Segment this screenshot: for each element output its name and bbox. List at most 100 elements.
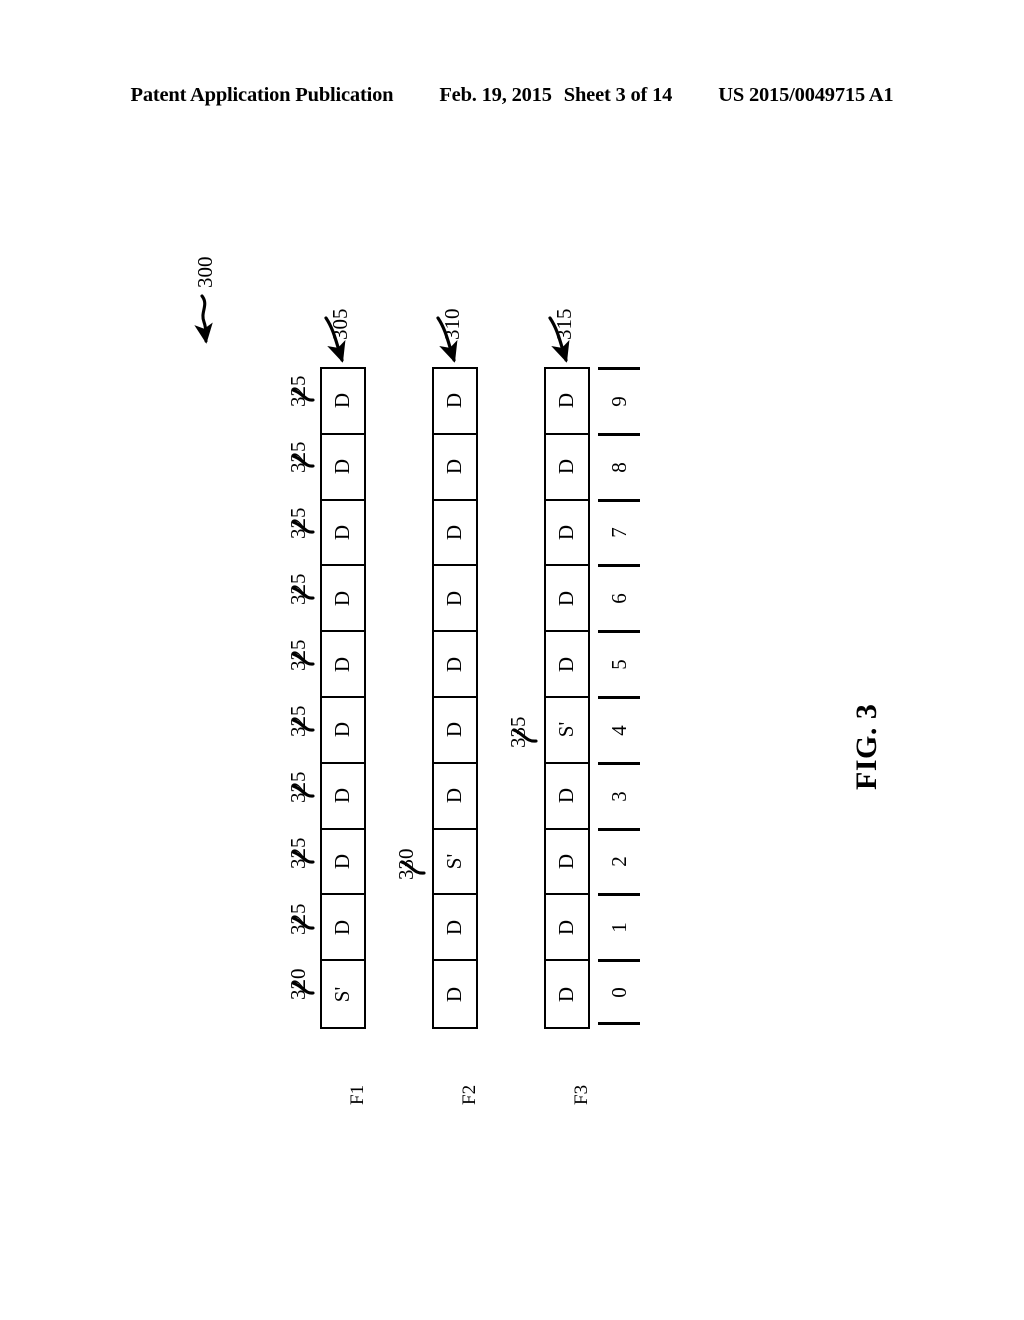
axis-tick: 2 — [598, 827, 640, 894]
row-label-f2: F2 — [459, 1084, 480, 1105]
frame-cell-label: S' — [442, 853, 467, 870]
frame-cell: D — [434, 435, 476, 501]
frame-cell-label: D — [442, 524, 467, 541]
page-header: Patent Application Publication Feb. 19, … — [0, 84, 1024, 107]
frame-cell: D — [434, 501, 476, 567]
frame-cell: D — [546, 632, 588, 698]
axis-tick: 9 — [598, 367, 640, 433]
frame-cell: D — [322, 501, 364, 567]
cell-reference-325: 325 — [286, 639, 310, 672]
frame-cell-label: D — [442, 986, 467, 1002]
axis-tick-label: 9 — [606, 396, 631, 407]
frame-row-f1: D D D D D D D D D S' — [320, 367, 366, 1029]
frame-cell: D — [546, 895, 588, 962]
cell-reference-325: 325 — [286, 573, 310, 606]
frame-cell-label: D — [554, 919, 579, 935]
frame-cell-label: D — [330, 459, 355, 475]
sheet-number: Sheet 3 of 14 — [563, 84, 673, 106]
axis-tick-label: 6 — [606, 593, 631, 605]
frame-cell-label: D — [330, 853, 355, 870]
axis-tick: 7 — [598, 498, 640, 565]
axis-tick: 8 — [598, 432, 640, 499]
frame-cell: S' — [322, 961, 364, 1027]
frame-cell: D — [546, 369, 588, 435]
axis-tick: 1 — [598, 893, 640, 959]
frame-cell: D — [434, 566, 476, 633]
row-reference-315: 315 — [552, 308, 576, 341]
frame-cell-label: S' — [554, 722, 579, 738]
publication-title: Patent Application Publication — [130, 84, 394, 106]
leader-300 — [194, 294, 213, 344]
patent-number: US 2015/0049715 A1 — [718, 84, 894, 106]
time-slot-axis: 9 8 7 6 5 4 3 2 1 0 — [598, 367, 640, 1025]
frame-cell: D — [434, 369, 476, 435]
frame-cell: D — [434, 961, 476, 1027]
frame-cell-label: D — [554, 590, 579, 606]
frame-cell: D — [546, 501, 588, 567]
axis-tick-label: 2 — [606, 856, 631, 868]
frame-cell-label: D — [330, 393, 355, 409]
frame-cell-label: D — [330, 788, 355, 804]
row-label-f3: F3 — [571, 1084, 592, 1105]
axis-tick-label: 1 — [606, 922, 631, 934]
frame-row-f3: D D D D D S' D D D D — [544, 367, 590, 1029]
frame-cell: S' — [434, 830, 476, 896]
cell-reference-325: 325 — [286, 771, 310, 804]
frame-cell-label: D — [330, 656, 355, 672]
frame-cell-label: D — [442, 919, 467, 935]
frame-cell: D — [322, 632, 364, 698]
publication-date-sheet: Feb. 19, 2015 Sheet 3 of 14 — [439, 84, 672, 107]
frame-cell: D — [322, 895, 364, 962]
frame-cell: D — [322, 764, 364, 830]
frame-cell-label: D — [554, 656, 579, 672]
cell-reference-330: 330 — [394, 848, 418, 881]
frame-cell: D — [434, 632, 476, 698]
cell-reference-325: 325 — [286, 903, 310, 936]
axis-tick-label: 4 — [606, 725, 631, 736]
cell-reference-325: 325 — [286, 705, 310, 738]
cell-reference-325: 325 — [286, 375, 310, 408]
frame-cell: D — [546, 961, 588, 1027]
frame-cell-label: D — [330, 590, 355, 606]
frame-cell-label: D — [442, 788, 467, 804]
frame-cell: S' — [546, 698, 588, 764]
axis-tick: 3 — [598, 761, 640, 828]
frame-cell-label: D — [442, 459, 467, 475]
frame-cell-label: D — [442, 590, 467, 606]
cell-reference-320: 320 — [286, 968, 310, 1001]
frame-cell: D — [322, 698, 364, 764]
axis-tick: 0 — [598, 959, 640, 1025]
axis-tick-label: 0 — [606, 986, 631, 998]
leader-line-layer — [194, 294, 570, 995]
frame-cell: D — [546, 830, 588, 896]
frame-cell: D — [434, 895, 476, 962]
frame-cell: D — [546, 435, 588, 501]
frame-cell: D — [546, 566, 588, 633]
frame-cell: D — [546, 764, 588, 830]
frame-cell: D — [434, 698, 476, 764]
frame-cell-label: S' — [330, 986, 355, 1002]
frame-cell-label: D — [442, 393, 467, 409]
axis-tick: 4 — [598, 695, 640, 762]
axis-tick-label: 7 — [606, 527, 631, 539]
axis-tick: 5 — [598, 630, 640, 696]
cell-reference-325: 325 — [286, 441, 310, 474]
frame-row-f2: D D D D D D D S' D D — [432, 367, 478, 1029]
cell-reference-335: 335 — [506, 716, 530, 749]
axis-tick-label: 8 — [606, 461, 631, 473]
cell-reference-325: 325 — [286, 507, 310, 540]
frame-cell: D — [434, 764, 476, 830]
cell-reference-325: 325 — [286, 837, 310, 870]
frame-cell-label: D — [554, 524, 579, 541]
frame-cell: D — [322, 830, 364, 896]
frame-cell-label: D — [442, 656, 467, 672]
axis-tick-label: 5 — [606, 659, 631, 670]
frame-cell-label: D — [330, 524, 355, 541]
publication-date: Feb. 19, 2015 — [439, 84, 552, 106]
frame-cell-label: D — [554, 986, 579, 1002]
frame-cell: D — [322, 369, 364, 435]
frame-cell-label: D — [330, 722, 355, 738]
frame-cell-label: D — [554, 788, 579, 804]
row-reference-310: 310 — [440, 308, 464, 341]
axis-tick: 6 — [598, 564, 640, 630]
